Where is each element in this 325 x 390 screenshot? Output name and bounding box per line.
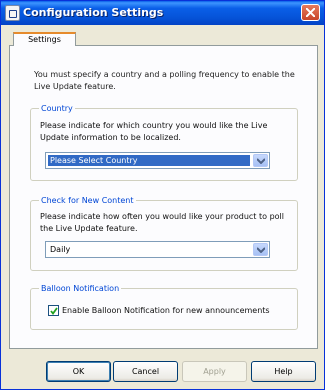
chevron-down-icon (257, 247, 265, 253)
country-select-value: Please Select Country (48, 155, 250, 166)
check-content-group: Check for New Content Please indicate ho… (30, 195, 298, 271)
balloon-checkbox[interactable] (48, 305, 59, 316)
window-title: Configuration Settings (23, 6, 164, 19)
country-select[interactable]: Please Select Country (45, 152, 270, 169)
app-icon (5, 5, 20, 21)
cancel-button[interactable]: Cancel (113, 361, 178, 382)
configuration-settings-window: Configuration Settings Settings You must… (0, 0, 325, 390)
frequency-select-value: Daily (50, 245, 71, 254)
country-group: Country Please indicate for which countr… (30, 103, 298, 181)
balloon-checkbox-label[interactable]: Enable Balloon Notification for new anno… (62, 305, 270, 316)
ok-button[interactable]: OK (46, 361, 111, 382)
checkmark-icon (50, 307, 58, 315)
country-description: Please indicate for which country you wo… (40, 121, 268, 142)
country-group-title: Country (39, 103, 75, 114)
title-bar[interactable]: Configuration Settings (1, 1, 324, 25)
close-button[interactable] (301, 4, 320, 21)
check-content-description: Please indicate how often you would like… (40, 212, 284, 233)
intro-text: You must specify a country and a polling… (34, 70, 295, 91)
frequency-dropdown-button[interactable] (253, 243, 268, 256)
country-dropdown-button[interactable] (253, 154, 268, 167)
frequency-select[interactable]: Daily (45, 241, 270, 258)
check-content-group-title: Check for New Content (39, 195, 136, 206)
help-button[interactable]: Help (251, 361, 316, 382)
tab-settings[interactable]: Settings (13, 32, 76, 46)
apply-button[interactable]: Apply (182, 361, 247, 382)
balloon-group-title: Balloon Notification (39, 283, 122, 294)
close-icon (306, 8, 315, 17)
chevron-down-icon (257, 158, 265, 164)
